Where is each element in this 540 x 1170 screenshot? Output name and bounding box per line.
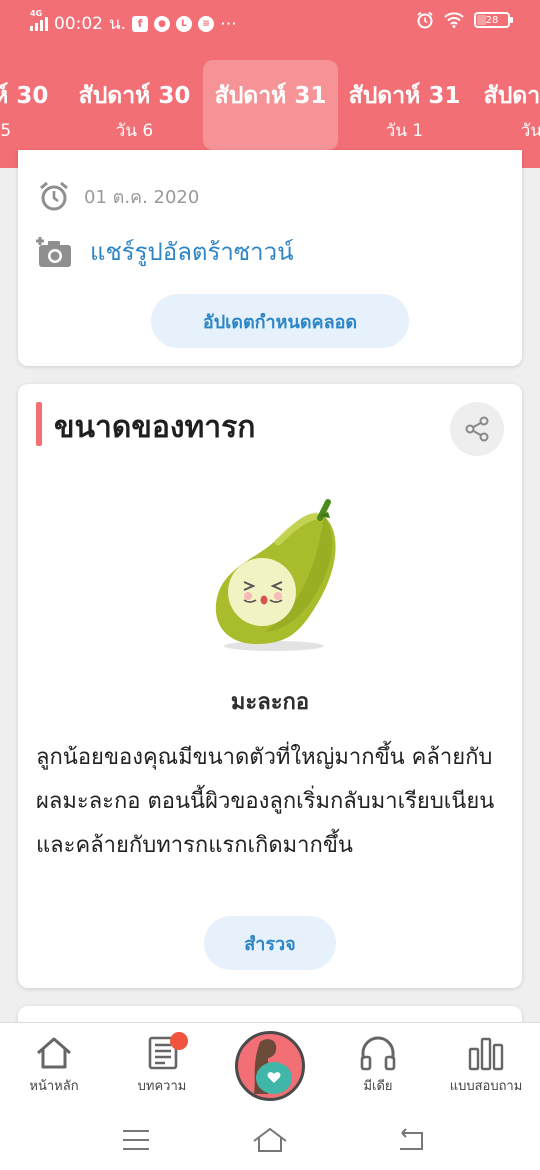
wifi-icon (444, 12, 464, 28)
week-tab[interactable]: สัปดาห์ 30 วัน 6 (67, 60, 202, 150)
fruit-name: มะละกอ (230, 690, 310, 715)
bar-chart-icon (468, 1037, 504, 1071)
share-icon (465, 416, 489, 442)
share-button[interactable] (450, 402, 504, 456)
headphones-icon (360, 1036, 396, 1071)
update-due-date-button[interactable]: อัปเดตกำหนดคลอด (151, 294, 409, 348)
nav-home[interactable]: หน้าหลัก (0, 1035, 108, 1096)
pregnancy-center-button[interactable] (235, 1031, 305, 1101)
week-tab-current[interactable]: สัปดาห์ 31 (203, 60, 338, 150)
system-navigation (0, 1123, 540, 1163)
baby-size-description: ลูกน้อยของคุณมีขนาดตัวที่ใหญ่มากขึ้น คล้… (36, 745, 495, 858)
week-tab[interactable]: สัปดาห์ 30วัน 5 (0, 60, 60, 150)
add-photo-icon (36, 236, 71, 267)
due-date-card: 01 ต.ค. 2020 แชร์รูปอัลตร้าซาวน์ อัปเดตก… (18, 150, 522, 366)
week-tab[interactable]: สัปดาห์ 31วัน 2 (472, 60, 540, 150)
due-date: 01 ต.ค. 2020 (84, 186, 200, 208)
nav-media[interactable]: มีเดีย (324, 1035, 432, 1096)
nav-survey[interactable]: แบบสอบถาม (432, 1035, 540, 1096)
home-icon (37, 1037, 71, 1069)
clock: 00:02 (54, 13, 103, 34)
share-ultrasound-label: แชร์รูปอัลตร้าซาวน์ (90, 238, 294, 266)
facebook-icon: f (132, 15, 149, 32)
lazada-icon: L (176, 15, 193, 32)
section-title: ขนาดของทารก (54, 410, 256, 445)
notification-badge (170, 1032, 188, 1050)
papaya-illustration (215, 499, 336, 651)
bottom-nav: หน้าหลัก บทความ มีเดีย แบบสอบถาม (0, 1022, 540, 1170)
signal-icon: 4G (30, 9, 48, 31)
notification-icon: ≡ (198, 15, 215, 32)
share-ultrasound-link[interactable]: แชร์รูปอัลตร้าซาวน์ (36, 232, 294, 271)
status-bar: 4G 00:02 น. f ● L ≡ ⋯ 28 (0, 0, 540, 42)
week-tab[interactable]: สัปดาห์ 31 วัน 1 (337, 60, 472, 150)
header: 4G 00:02 น. f ● L ≡ ⋯ 28 สัปดาห์ 30วัน 5… (0, 0, 540, 168)
battery-icon: 28 (474, 12, 513, 28)
alarm-icon (417, 11, 433, 29)
alarm-clock-icon (40, 181, 68, 211)
back-icon[interactable] (396, 1127, 426, 1157)
due-date-row: 01 ต.ค. 2020 (38, 180, 199, 212)
home-system-icon[interactable] (252, 1127, 288, 1157)
nav-articles[interactable]: บทความ (108, 1032, 216, 1096)
menu-icon[interactable] (121, 1127, 151, 1157)
app-icon: ● (154, 15, 171, 32)
baby-size-card: ขนาดของทารก มะละกอ ลูกน้อยของคุณมีขนาดตั… (18, 384, 522, 988)
clock-suffix: น. (109, 14, 127, 34)
pregnant-woman-icon (254, 1039, 292, 1094)
section-accent (36, 402, 42, 446)
explore-button[interactable]: สำรวจ (204, 916, 336, 970)
week-selector: สัปดาห์ 30วัน 5 สัปดาห์ 30วัน 6 สัปดาห์ … (0, 60, 540, 150)
more-notifications-icon: ⋯ (220, 13, 238, 34)
